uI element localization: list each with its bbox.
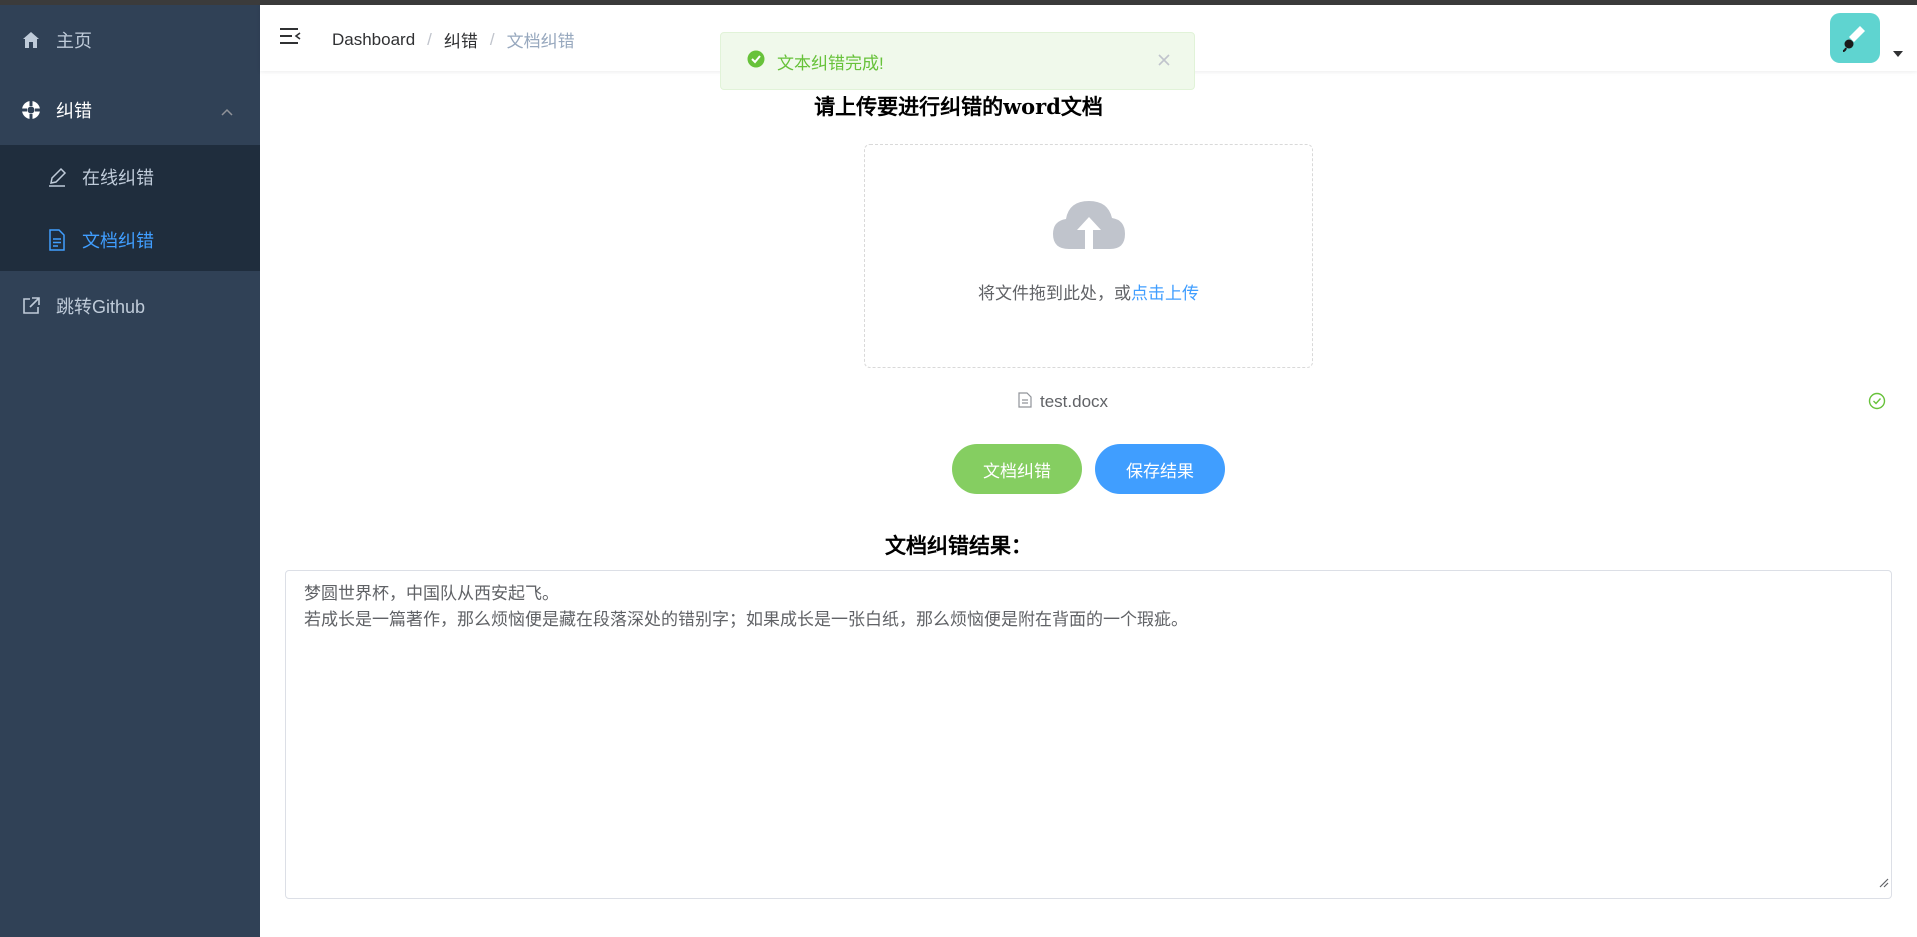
breadcrumb-current: 文档纠错 bbox=[506, 32, 575, 51]
sidebar-submenu-correction: 在线纠错 文档纠错 bbox=[0, 145, 260, 271]
result-title: 文档纠错结果： bbox=[885, 533, 1032, 558]
external-link-icon bbox=[20, 295, 42, 317]
success-check-icon bbox=[747, 50, 765, 73]
resize-handle-icon[interactable] bbox=[1877, 870, 1889, 896]
success-message: 文本纠错完成! bbox=[720, 32, 1195, 90]
click-upload-link[interactable]: 点击上传 bbox=[1131, 284, 1199, 303]
sidebar-item-document-correction[interactable]: 文档纠错 bbox=[0, 208, 260, 271]
sidebar-item-github[interactable]: 跳转Github bbox=[0, 271, 260, 341]
home-icon bbox=[20, 29, 42, 51]
sidebar-item-label: 在线纠错 bbox=[82, 167, 154, 188]
upload-dropzone[interactable]: 将文件拖到此处，或点击上传 bbox=[864, 144, 1313, 368]
file-icon bbox=[1018, 391, 1032, 413]
uploaded-file-name: test.docx bbox=[1040, 392, 1109, 411]
result-textarea[interactable]: 梦圆世界杯，中国队从西安起飞。 若成长是一篇著作，那么烦恼便是藏在段落深处的错别… bbox=[285, 570, 1892, 899]
upload-drop-text: 将文件拖到此处，或点击上传 bbox=[978, 284, 1199, 303]
save-result-button[interactable]: 保存结果 bbox=[1095, 444, 1225, 494]
breadcrumb-correction[interactable]: 纠错 bbox=[444, 27, 478, 52]
document-icon bbox=[46, 228, 68, 251]
avatar[interactable] bbox=[1830, 13, 1880, 63]
result-line: 若成长是一篇著作，那么烦恼便是藏在段落深处的错别字；如果成长是一张白纸，那么烦恼… bbox=[304, 610, 1188, 629]
sidebar-item-label: 跳转Github bbox=[56, 297, 146, 317]
breadcrumb: Dashboard / 纠错 / 文档纠错 bbox=[332, 27, 575, 52]
sidebar-item-online-correction[interactable]: 在线纠错 bbox=[0, 145, 260, 208]
sidebar-item-label: 文档纠错 bbox=[82, 230, 154, 251]
close-icon[interactable] bbox=[1156, 52, 1172, 73]
caret-down-icon[interactable] bbox=[1892, 45, 1904, 63]
result-line: 梦圆世界杯，中国队从西安起飞。 bbox=[304, 584, 559, 603]
upload-cloud-icon bbox=[1051, 197, 1127, 260]
avatar-brush-icon bbox=[1842, 26, 1865, 52]
edit-icon bbox=[46, 166, 68, 188]
sidebar-item-label: 主页 bbox=[56, 31, 92, 51]
sidebar: 主页 纠错 在线纠错 文档纠错 跳转Github bbox=[0, 5, 260, 937]
success-message-text: 文本纠错完成! bbox=[777, 53, 884, 73]
uploaded-file[interactable]: test.docx bbox=[1018, 390, 1108, 414]
file-success-icon bbox=[1868, 392, 1886, 415]
sidebar-item-home[interactable]: 主页 bbox=[0, 5, 260, 75]
hamburger-icon[interactable] bbox=[278, 24, 302, 48]
document-correct-button[interactable]: 文档纠错 bbox=[952, 444, 1082, 494]
breadcrumb-dashboard[interactable]: Dashboard bbox=[332, 30, 415, 50]
